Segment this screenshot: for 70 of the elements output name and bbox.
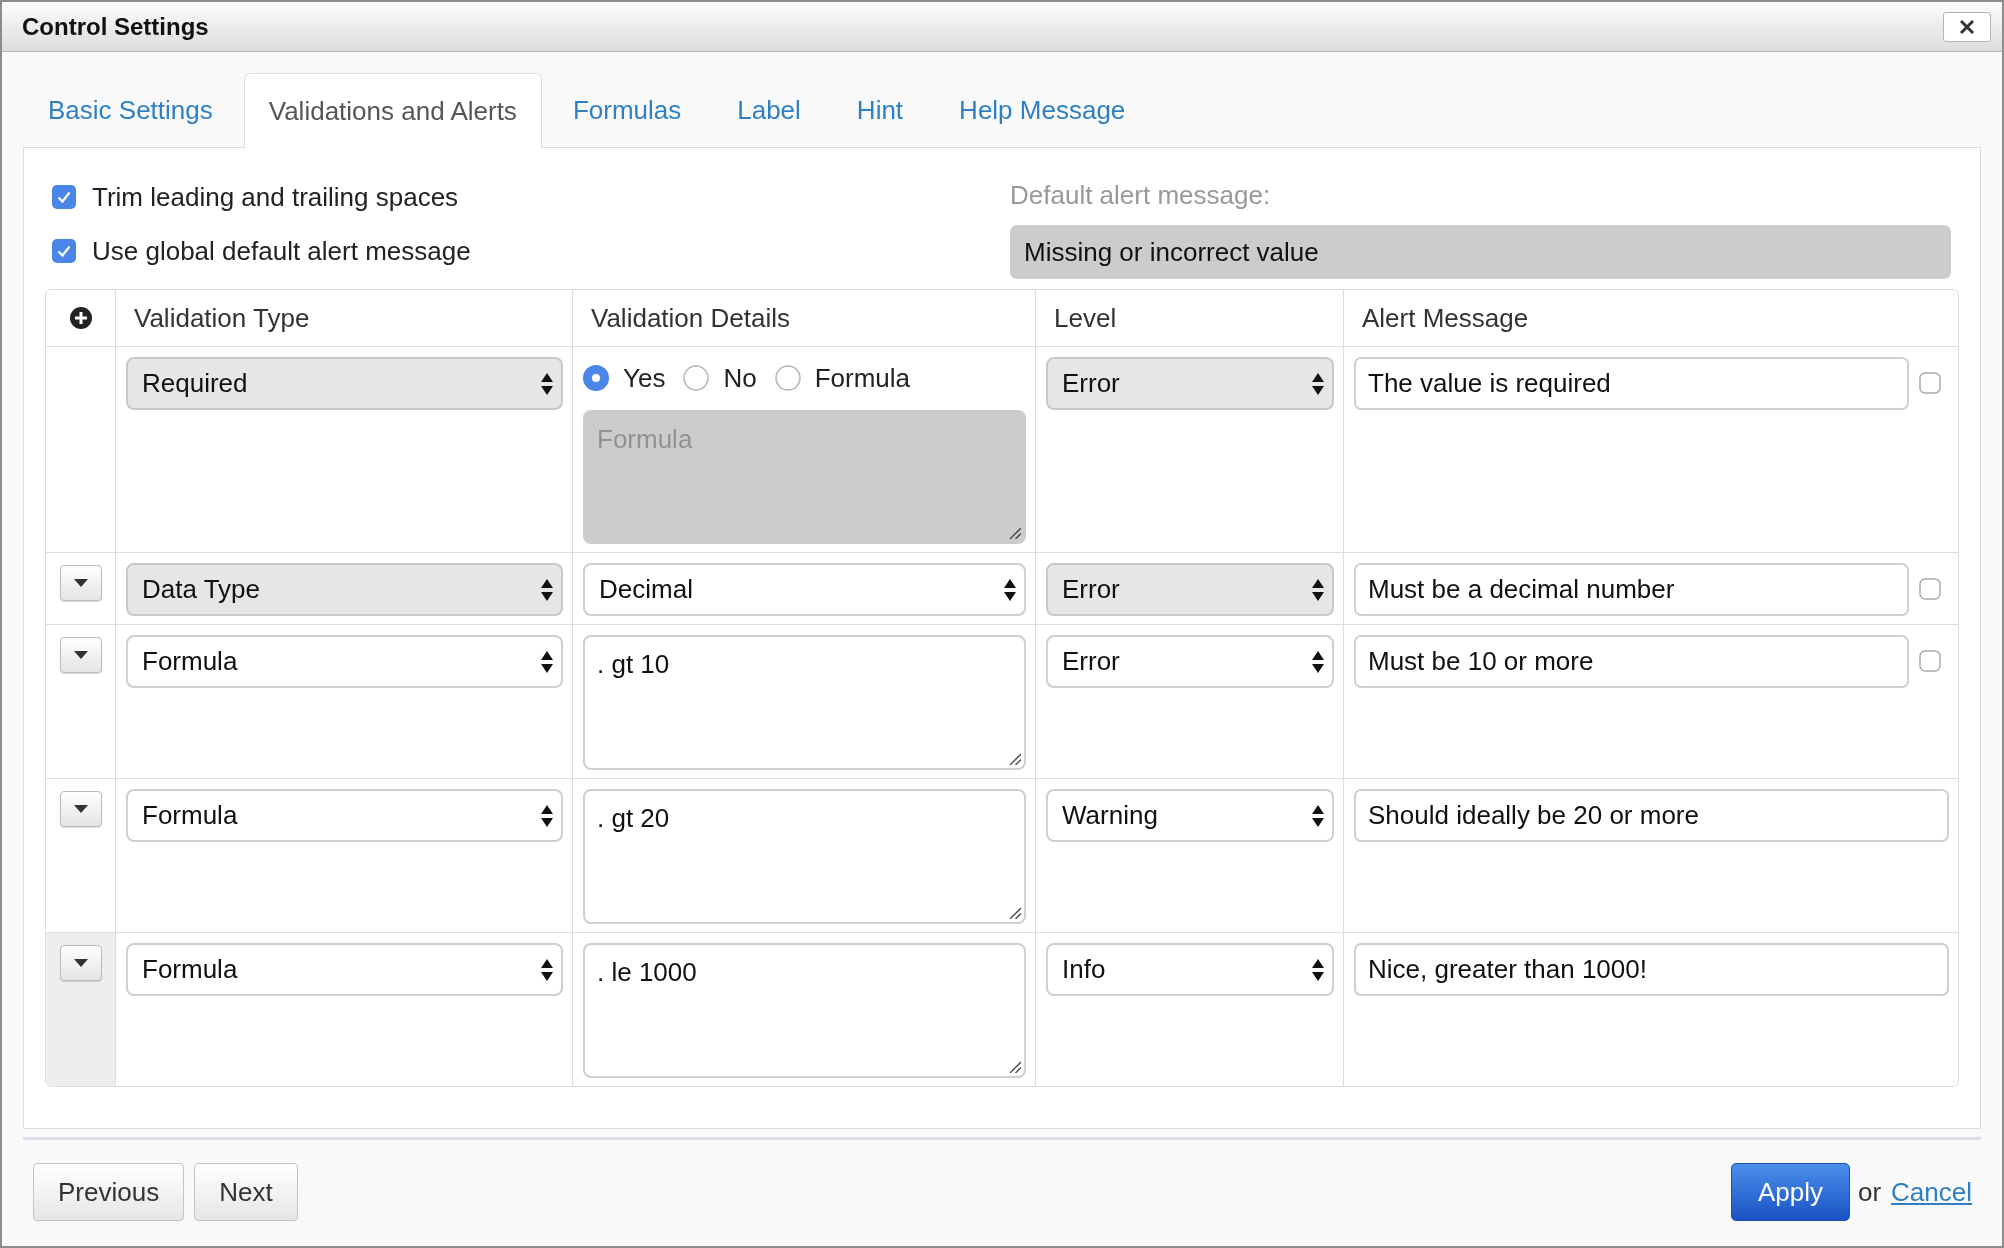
close-icon — [1959, 18, 1975, 35]
row-menu-button[interactable] — [59, 945, 102, 981]
checkbox[interactable] — [1919, 650, 1941, 672]
alert-message-field[interactable]: The value is required — [1354, 357, 1909, 410]
formula-field[interactable]: . gt 20 — [583, 789, 1026, 924]
resize-grip-icon[interactable] — [1009, 753, 1021, 765]
resize-grip-icon[interactable] — [1009, 907, 1021, 919]
validation-type-select[interactable]: Formula — [126, 789, 563, 842]
radio-label: Yes — [623, 362, 666, 394]
row-menu-button[interactable] — [59, 637, 102, 673]
row-menu-button[interactable] — [59, 565, 102, 601]
select-arrows-icon — [541, 372, 553, 395]
select-arrows-icon — [1312, 804, 1324, 827]
radio-button[interactable] — [583, 365, 609, 391]
level-select[interactable]: Error — [1046, 635, 1334, 688]
radio-button[interactable] — [774, 365, 801, 391]
or-text: or — [1857, 1176, 1882, 1208]
select-arrows-icon — [1312, 372, 1324, 395]
close-button[interactable] — [1943, 11, 1991, 42]
tab[interactable]: Hint — [831, 73, 929, 147]
select-arrows-icon — [1312, 578, 1324, 601]
select-arrows-icon — [541, 650, 553, 673]
previous-button[interactable]: Previous — [33, 1163, 185, 1221]
add-icon[interactable] — [69, 307, 92, 329]
alert-message-field[interactable]: Should ideally be 20 or more — [1354, 789, 1949, 842]
cancel-link[interactable]: Cancel — [1891, 1176, 1972, 1208]
tab[interactable]: Basic Settings — [23, 73, 238, 147]
tab[interactable]: Label — [712, 73, 826, 147]
column-header: Level — [1054, 302, 1117, 334]
apply-button[interactable]: Apply — [1730, 1163, 1850, 1221]
radio-label: Formula — [814, 362, 911, 394]
tab[interactable]: Formulas — [547, 73, 707, 147]
level-select[interactable]: Warning — [1046, 789, 1334, 842]
checkbox[interactable] — [1919, 372, 1941, 394]
window-title: Control Settings — [22, 12, 209, 41]
select-arrows-icon — [541, 804, 553, 827]
level-select[interactable]: Info — [1046, 943, 1334, 996]
alert-message-field[interactable]: Must be a decimal number — [1354, 563, 1909, 616]
tab[interactable]: Validations and Alerts — [243, 73, 542, 148]
tab[interactable]: Help Message — [934, 73, 1151, 147]
select-arrows-icon — [541, 578, 553, 601]
formula-field[interactable]: . le 1000 — [583, 943, 1026, 1078]
formula-field[interactable]: . gt 10 — [583, 635, 1026, 770]
resize-grip-icon[interactable] — [1009, 1061, 1021, 1073]
next-button[interactable]: Next — [194, 1163, 298, 1221]
checkbox-label: Use global default alert message — [92, 235, 471, 267]
caret-down-icon — [73, 651, 88, 659]
alert-message-field[interactable]: Must be 10 or more — [1354, 635, 1909, 688]
caret-down-icon — [73, 959, 88, 967]
details-select[interactable]: Decimal — [583, 563, 1026, 616]
column-header: Validation Type — [134, 302, 310, 334]
select-arrows-icon — [1004, 578, 1016, 601]
checkbox[interactable] — [52, 185, 76, 209]
row-menu-button[interactable] — [59, 791, 102, 827]
select-arrows-icon — [1312, 650, 1324, 673]
select-arrows-icon — [541, 958, 553, 981]
column-header: Validation Details — [591, 302, 790, 334]
validation-type-select[interactable]: Formula — [126, 635, 563, 688]
select-arrows-icon — [1312, 958, 1324, 981]
checkbox[interactable] — [52, 239, 76, 263]
validation-type-select[interactable]: Formula — [126, 943, 563, 996]
alert-message-field[interactable]: Nice, greater than 1000! — [1354, 943, 1949, 996]
radio-button[interactable] — [683, 365, 710, 391]
radio-label: No — [723, 362, 757, 394]
caret-down-icon — [73, 805, 88, 813]
caret-down-icon — [73, 579, 88, 587]
field-label: Default alert message: — [1010, 179, 1271, 212]
checkbox-label: Trim leading and trailing spaces — [92, 181, 459, 213]
checkbox[interactable] — [1919, 578, 1941, 600]
column-header: Alert Message — [1362, 302, 1529, 334]
